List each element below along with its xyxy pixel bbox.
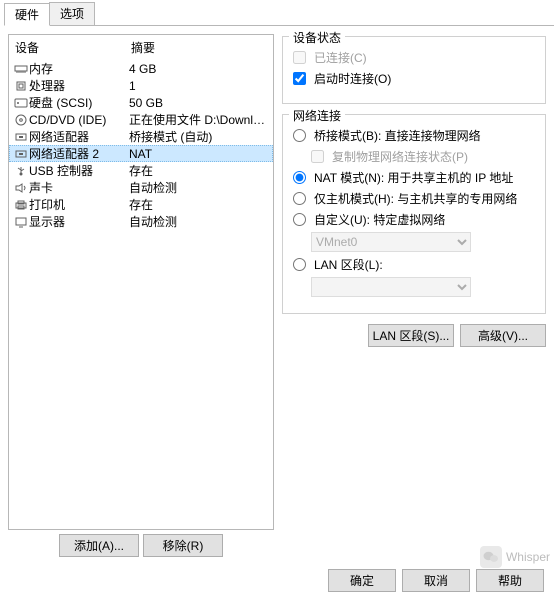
device-row-5[interactable]: 网络适配器 2NAT <box>9 145 273 162</box>
connected-checkbox <box>293 51 306 64</box>
tab-bar: 硬件 选项 <box>4 2 554 26</box>
mon-icon <box>13 215 29 229</box>
remove-button[interactable]: 移除(R) <box>143 534 223 557</box>
device-summary: 4 GB <box>129 62 269 76</box>
device-label: 硬盘 (SCSI) <box>29 94 129 111</box>
device-status-group: 设备状态 已连接(C) 启动时连接(O) <box>282 36 546 104</box>
radio-hostonly[interactable] <box>293 192 306 205</box>
radio-nat[interactable] <box>293 171 306 184</box>
device-status-title: 设备状态 <box>289 29 345 46</box>
lan-segments-button[interactable]: LAN 区段(S)... <box>368 324 454 347</box>
radio-custom[interactable] <box>293 213 306 226</box>
tab-hardware[interactable]: 硬件 <box>4 3 50 26</box>
connect-poweron-checkbox[interactable] <box>293 72 306 85</box>
network-connection-title: 网络连接 <box>289 107 345 124</box>
cpu-icon <box>13 79 29 93</box>
cancel-button[interactable]: 取消 <box>402 569 470 592</box>
lan-segment-select <box>311 277 471 297</box>
device-label: CD/DVD (IDE) <box>29 113 129 127</box>
add-button[interactable]: 添加(A)... <box>59 534 139 557</box>
snd-icon <box>13 181 29 195</box>
device-label: 网络适配器 2 <box>29 145 129 162</box>
prn-icon <box>13 198 29 212</box>
radio-hostonly-label: 仅主机模式(H): 与主机共享的专用网络 <box>314 190 517 207</box>
device-row-3[interactable]: CD/DVD (IDE)正在使用文件 D:\Download\Ku... <box>9 111 273 128</box>
device-summary: 50 GB <box>129 96 269 110</box>
net-icon <box>13 130 29 144</box>
net-icon <box>13 147 29 161</box>
device-label: 处理器 <box>29 77 129 94</box>
network-connection-group: 网络连接 桥接模式(B): 直接连接物理网络 复制物理网络连接状态(P) NAT… <box>282 114 546 314</box>
tab-options[interactable]: 选项 <box>49 2 95 25</box>
device-summary: 1 <box>129 79 269 93</box>
copy-phys-checkbox <box>311 150 324 163</box>
device-row-2[interactable]: 硬盘 (SCSI)50 GB <box>9 94 273 111</box>
device-summary: 桥接模式 (自动) <box>129 128 269 145</box>
advanced-button[interactable]: 高级(V)... <box>460 324 546 347</box>
radio-custom-label: 自定义(U): 特定虚拟网络 <box>314 211 445 228</box>
device-row-8[interactable]: 打印机存在 <box>9 196 273 213</box>
device-label: 打印机 <box>29 196 129 213</box>
device-summary: 正在使用文件 D:\Download\Ku... <box>129 111 269 128</box>
radio-lan[interactable] <box>293 258 306 271</box>
ok-button[interactable]: 确定 <box>328 569 396 592</box>
device-list: 设备 摘要 内存4 GB处理器1硬盘 (SCSI)50 GBCD/DVD (ID… <box>8 34 274 530</box>
device-summary: 存在 <box>129 162 269 179</box>
device-summary: 自动检测 <box>129 213 269 230</box>
connected-label: 已连接(C) <box>314 49 367 66</box>
radio-bridge-label: 桥接模式(B): 直接连接物理网络 <box>314 127 481 144</box>
device-summary: NAT <box>129 147 269 161</box>
device-summary: 自动检测 <box>129 179 269 196</box>
device-summary: 存在 <box>129 196 269 213</box>
device-label: 显示器 <box>29 213 129 230</box>
device-row-1[interactable]: 处理器1 <box>9 77 273 94</box>
device-label: 声卡 <box>29 179 129 196</box>
usb-icon <box>13 164 29 178</box>
device-label: USB 控制器 <box>29 162 129 179</box>
device-row-4[interactable]: 网络适配器桥接模式 (自动) <box>9 128 273 145</box>
device-label: 内存 <box>29 60 129 77</box>
mem-icon <box>13 62 29 76</box>
radio-nat-label: NAT 模式(N): 用于共享主机的 IP 地址 <box>314 169 513 186</box>
radio-bridge[interactable] <box>293 129 306 142</box>
cd-icon <box>13 113 29 127</box>
hdd-icon <box>13 96 29 110</box>
radio-lan-label: LAN 区段(L): <box>314 256 383 273</box>
connect-poweron-label: 启动时连接(O) <box>314 70 391 87</box>
help-button[interactable]: 帮助 <box>476 569 544 592</box>
copy-phys-label: 复制物理网络连接状态(P) <box>332 148 468 165</box>
custom-vmnet-select: VMnet0 <box>311 232 471 252</box>
device-row-6[interactable]: USB 控制器存在 <box>9 162 273 179</box>
col-header-summary: 摘要 <box>131 39 267 56</box>
device-row-0[interactable]: 内存4 GB <box>9 60 273 77</box>
device-row-9[interactable]: 显示器自动检测 <box>9 213 273 230</box>
col-header-device: 设备 <box>15 39 131 56</box>
device-label: 网络适配器 <box>29 128 129 145</box>
device-row-7[interactable]: 声卡自动检测 <box>9 179 273 196</box>
